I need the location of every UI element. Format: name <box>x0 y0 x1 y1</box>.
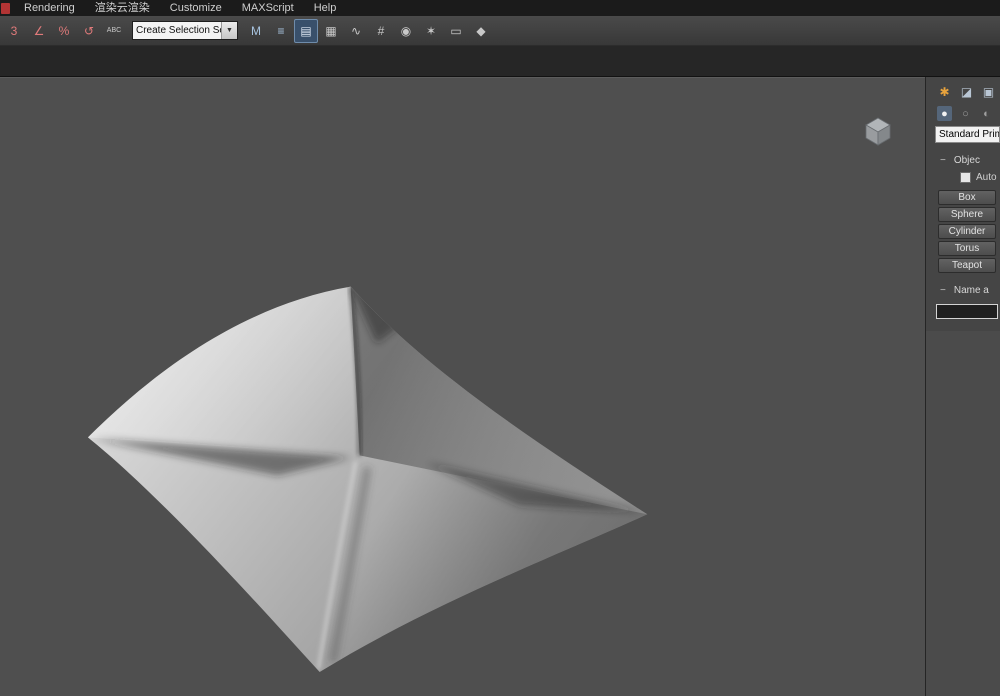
create-tab-icon[interactable]: ✱ <box>937 84 952 99</box>
menubar: Rendering 渲染云渲染 Customize MAXScript Help <box>0 0 1000 16</box>
menu-item[interactable]: Help <box>304 0 347 16</box>
app-icon-partial <box>1 3 10 14</box>
rollout-collapse-icon: − <box>940 155 946 166</box>
primitive-button[interactable]: Sphere <box>938 207 996 222</box>
layer-manager-icon[interactable]: ▤ <box>294 19 318 43</box>
autogrid-label: Auto <box>976 172 997 183</box>
selection-set-dropdown[interactable]: Create Selection Se ▼ <box>132 21 238 40</box>
spinner-snap-icon[interactable]: ↺ <box>77 19 101 43</box>
modify-tab-icon[interactable]: ◪ <box>959 84 974 99</box>
render-production-icon[interactable]: ◆ <box>469 19 493 43</box>
snap-toggle-icon[interactable]: 3 <box>2 19 26 43</box>
command-panel: ✱ ◪ ▣ ◎ ● ○ ◐ ◇ Standard Primiti − Objec <box>925 77 1000 696</box>
primitive-button[interactable]: Teapot <box>938 258 996 273</box>
menu-item[interactable]: Rendering <box>14 0 85 16</box>
menu-item[interactable]: MAXScript <box>232 0 304 16</box>
selection-set-value: Create Selection Se <box>133 25 221 36</box>
main-area: ✱ ◪ ▣ ◎ ● ○ ◐ ◇ Standard Primiti − Objec <box>0 77 1000 696</box>
toolbar-right-group: M ≡ ▤ ▦ ∿ # ◉ ✶ ▭ ◆ <box>244 19 493 43</box>
lights-category-icon[interactable]: ◐ <box>979 106 994 121</box>
ribbon-collapsed-strip <box>0 46 1000 77</box>
viewcube[interactable] <box>859 112 897 150</box>
object-type-buttons: Box Sphere Cylinder Torus Teapot <box>926 185 1000 273</box>
viewport[interactable] <box>0 77 925 696</box>
material-editor-icon[interactable]: ◉ <box>394 19 418 43</box>
keyboard-override-icon[interactable]: ABC <box>102 19 126 43</box>
object-type-rollout-header[interactable]: − Objec <box>926 153 1000 167</box>
curve-editor-icon[interactable]: ∿ <box>344 19 368 43</box>
viewport-canvas[interactable] <box>0 78 925 696</box>
menu-item[interactable]: Customize <box>160 0 232 16</box>
3d-surface-object[interactable] <box>88 287 647 672</box>
primitive-button[interactable]: Torus <box>938 241 996 256</box>
dropdown-arrow-icon[interactable]: ▼ <box>221 22 237 39</box>
menu-items: Rendering 渲染云渲染 Customize MAXScript Help <box>14 0 346 16</box>
schematic-view-icon[interactable]: # <box>369 19 393 43</box>
percent-snap-icon[interactable]: % <box>52 19 76 43</box>
primitive-button[interactable]: Cylinder <box>938 224 996 239</box>
angle-snap-icon[interactable]: ∠ <box>27 19 51 43</box>
panel-empty-area <box>926 331 1000 696</box>
autogrid-row: Auto <box>926 167 1000 185</box>
rollout-collapse-icon: − <box>940 285 946 296</box>
autogrid-checkbox[interactable] <box>960 172 971 183</box>
render-setup-icon[interactable]: ✶ <box>419 19 443 43</box>
mirror-icon[interactable]: M <box>244 19 268 43</box>
name-color-rollout-header[interactable]: − Name a <box>926 283 1000 297</box>
object-name-input[interactable] <box>936 304 998 319</box>
graphite-ribbon-icon[interactable]: ▦ <box>319 19 343 43</box>
primitive-category-dropdown[interactable]: Standard Primiti <box>935 126 1000 143</box>
main-toolbar: 3 ∠ % ↺ ABC Create Selection Se ▼ M ≡ ▤ … <box>0 16 1000 46</box>
align-icon[interactable]: ≡ <box>269 19 293 43</box>
command-panel-tabs: ✱ ◪ ▣ ◎ <box>926 77 1000 102</box>
rendered-frame-icon[interactable]: ▭ <box>444 19 468 43</box>
rollout-label: Objec <box>954 155 980 166</box>
primitive-button[interactable]: Box <box>938 190 996 205</box>
shapes-category-icon[interactable]: ○ <box>958 106 973 121</box>
geometry-category-icon[interactable]: ● <box>937 106 952 121</box>
hierarchy-tab-icon[interactable]: ▣ <box>981 84 996 99</box>
command-panel-categories: ● ○ ◐ ◇ <box>926 102 1000 126</box>
menu-item[interactable]: 渲染云渲染 <box>85 0 160 16</box>
rollout-label: Name a <box>954 285 989 296</box>
toolbar-left-group: 3 ∠ % ↺ ABC <box>2 19 126 43</box>
